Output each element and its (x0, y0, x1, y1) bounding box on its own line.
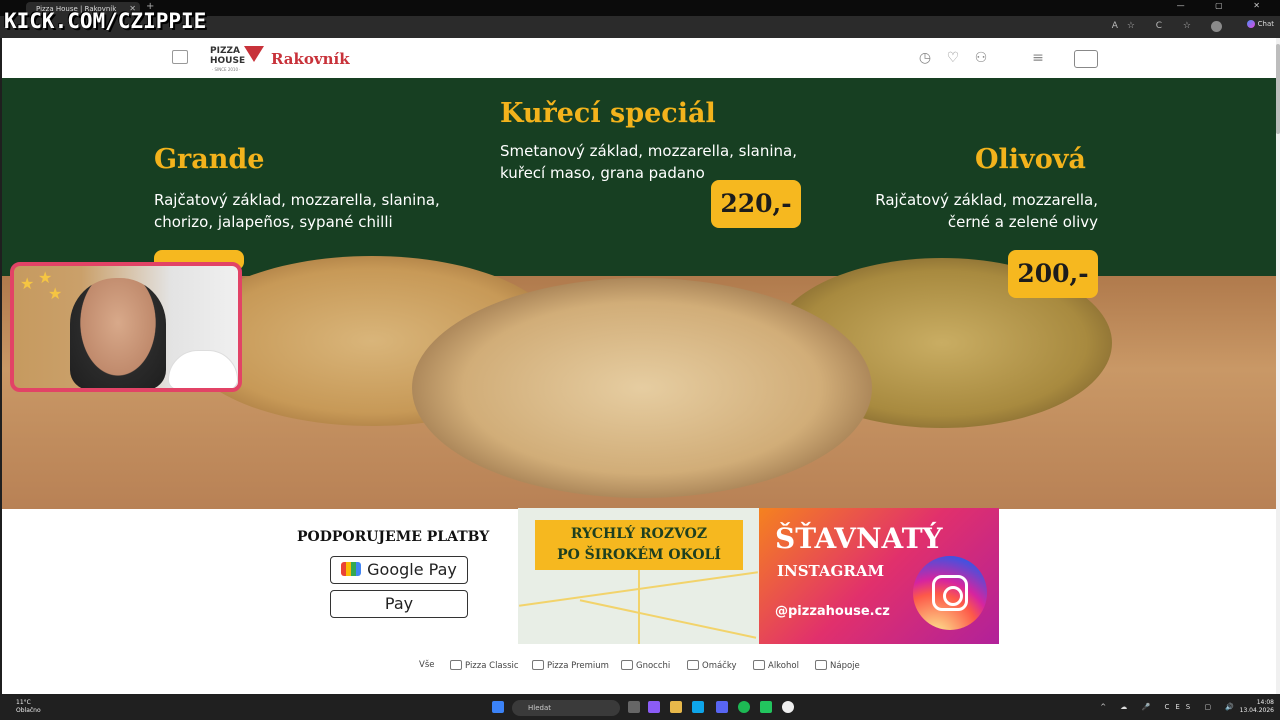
toolbar-icons[interactable]: A☆ C ☆ (1112, 21, 1200, 31)
category-nav: Vše Pizza Classic Pizza Premium Gnocchi … (2, 658, 1276, 676)
category-pizza-classic[interactable]: Pizza Classic (450, 660, 519, 671)
pizza-title-kureci: Kuřecí speciál (500, 98, 716, 129)
delivery-label: RYCHLÝ ROZVOZ PO ŠIROKÉM OKOLÍ (535, 520, 743, 570)
instagram-line1: ŠŤAVNATÝ (775, 522, 943, 555)
logo-line1: PIZZA (210, 46, 240, 56)
profile-avatar[interactable] (1211, 21, 1222, 32)
pizza-title-olivova: Olivová (975, 144, 1086, 175)
bottle-icon (753, 660, 765, 670)
star-icon: ★ (48, 284, 63, 303)
copilot-icon[interactable] (648, 701, 660, 713)
pizza-desc-kureci: Smetanový základ, mozzarella, slanina, k… (500, 142, 797, 182)
taskbar-clock[interactable]: 14:08 13.04.2026 (1240, 699, 1274, 715)
pizza-desc-grande: Rajčatový základ, mozzarella, slanina, c… (154, 191, 440, 231)
taskbar-search[interactable]: Hledat (512, 700, 620, 716)
instagram-line2: INSTAGRAM (777, 562, 885, 580)
logo-since: · SINCE 2010 · (212, 67, 241, 72)
logo-line2: HOUSE (210, 56, 246, 66)
category-gnocchi[interactable]: Gnocchi (621, 660, 670, 671)
cart-icon[interactable] (1074, 50, 1098, 68)
pizza-kureci-image (412, 278, 872, 498)
weather-desc: Oblačno (16, 707, 41, 714)
task-view-icon[interactable] (628, 701, 640, 713)
app-icon[interactable] (760, 701, 772, 713)
delivery-banner[interactable]: RYCHLÝ ROZVOZ PO ŠIROKÉM OKOLÍ (518, 508, 759, 644)
page-scrollbar[interactable] (1276, 38, 1280, 694)
category-alkohol[interactable]: Alkohol (753, 660, 799, 671)
category-label: Nápoje (830, 661, 860, 671)
start-icon[interactable] (492, 701, 504, 713)
book-icon[interactable] (172, 50, 188, 64)
file-explorer-icon[interactable] (670, 701, 682, 713)
pizza-desc-olivova: Rajčatový základ, mozzarella, černé a ze… (875, 191, 1098, 231)
instagram-handle: @pizzahouse.cz (775, 604, 890, 619)
map-road (638, 568, 640, 644)
map-road (579, 599, 757, 639)
pizza-house-logo[interactable]: PIZZA HOUSE · SINCE 2010 · (210, 44, 264, 74)
price-badge-kureci: 220,- (711, 180, 801, 228)
category-pizza-premium[interactable]: Pizza Premium (532, 660, 609, 671)
edge-icon[interactable] (692, 701, 704, 713)
city-name[interactable]: Rakovník (271, 50, 350, 68)
payments-title: PODPORUJEME PLATBY (297, 529, 490, 545)
delivery-line1: RYCHLÝ ROZVOZ (570, 526, 708, 542)
category-label: Gnocchi (636, 661, 671, 671)
site-header: PIZZA HOUSE · SINCE 2010 · Rakovník ◷ ♡ … (2, 38, 1276, 78)
heart-icon[interactable]: ♡ (945, 50, 961, 66)
price-badge-olivova: 200,- (1008, 250, 1098, 298)
weather-temp: 11°C (16, 699, 31, 706)
clock-icon[interactable]: ◷ (917, 50, 933, 66)
clock-time: 14:08 (1256, 699, 1274, 706)
category-vse[interactable]: Vše (419, 660, 434, 670)
pizza-icon (532, 660, 544, 670)
delivery-line2: PO ŠIROKÉM OKOLÍ (557, 547, 721, 563)
screen: Pizza House | Rakovník ✕ + — ▢ ✕ A☆ C ☆ … (0, 0, 1280, 720)
apple-pay-label: Pay (384, 594, 414, 613)
instagram-icon (913, 556, 987, 630)
sauce-icon (687, 660, 699, 670)
discord-icon[interactable] (716, 701, 728, 713)
spotify-icon[interactable] (738, 701, 750, 713)
category-label: Alkohol (768, 661, 799, 671)
pizza-title-grande: Grande (154, 144, 265, 175)
category-label: Omáčky (702, 661, 737, 671)
instagram-banner[interactable]: ŠŤAVNATÝ INSTAGRAM @pizzahouse.cz (759, 508, 999, 644)
cat-sticker (168, 350, 238, 388)
user-icon[interactable]: ⚇ (973, 50, 989, 66)
google-pay-badge: Google Pay (330, 556, 468, 584)
star-icon: ★ (20, 274, 35, 293)
windows-taskbar: 11°C Oblačno Hledat ^ ☁ 🎤 CES ▢ 🔊 14:08 … (0, 696, 1280, 720)
obs-icon[interactable] (782, 701, 794, 713)
category-label: Pizza Premium (547, 661, 609, 671)
category-napoje[interactable]: Nápoje (815, 660, 860, 671)
pizza-slice-icon (244, 46, 264, 62)
google-pay-icon (341, 562, 362, 576)
google-pay-label: Google Pay (367, 560, 457, 579)
instagram-camera (932, 575, 968, 611)
drink-icon (815, 660, 827, 670)
apple-pay-badge: Pay (330, 590, 468, 618)
webcam-overlay: ★ ★ ★ (10, 262, 242, 392)
menu-icon[interactable]: ≡ (1030, 50, 1046, 66)
pizza-icon (450, 660, 462, 670)
streamer-video (70, 278, 166, 388)
window-controls[interactable]: — ▢ ✕ (1177, 1, 1274, 10)
category-omacky[interactable]: Omáčky (687, 660, 737, 671)
clock-date: 13.04.2026 (1239, 707, 1274, 714)
gnocchi-icon (621, 660, 633, 670)
category-label: Pizza Classic (465, 661, 519, 671)
stream-channel-overlay: KICK.COM/CZIPPIE (4, 9, 207, 33)
chat-button[interactable]: Chat (1247, 20, 1274, 28)
weather-widget[interactable]: 11°C Oblačno (16, 699, 41, 715)
system-tray[interactable]: ^ ☁ 🎤 CES ▢ 🔊 (1100, 703, 1240, 711)
